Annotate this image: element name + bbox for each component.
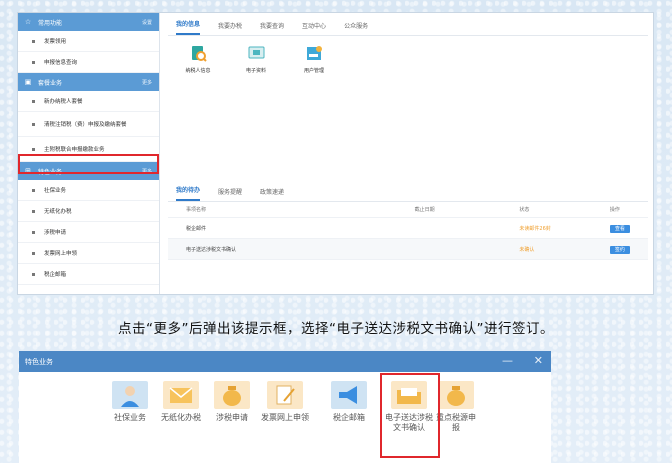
sidebar-item-label: 发票领用 (44, 39, 67, 45)
tile-paperless[interactable]: 无纸化办税 (154, 381, 208, 423)
sidebar-item-invoice-claim[interactable]: 发票领用 (18, 31, 159, 52)
sidebar-item-tax-mailbox[interactable]: 税企邮箱 (18, 264, 159, 285)
highlight-box (380, 373, 440, 458)
table-header: 事项名称 截止日期 状态 操作 (168, 202, 648, 218)
info-tabs: 我的信息 我要办税 我要查询 互动中心 公众服务 (168, 13, 648, 36)
bullet-icon (32, 122, 35, 126)
sidebar-item-label: 涉税申请 (44, 230, 67, 236)
tile-tax-mailbox[interactable]: 税企邮箱 (322, 381, 376, 423)
highlight-box (18, 154, 159, 174)
sidebar-item-social-security[interactable]: 社保业务 (18, 180, 159, 201)
dialog-title: 特色业务 (25, 357, 53, 366)
bullet-icon (32, 230, 35, 234)
tile-label: 发票网上申领 (261, 413, 309, 422)
sidebar-item-new-taxpayer[interactable]: 新办纳税人套餐 (18, 91, 159, 112)
sidebar-item-label: 无纸化办税 (44, 209, 72, 215)
sidebar-item-paperless[interactable]: 无纸化办税 (18, 201, 159, 222)
todo-tabs: 我的待办 服务提醒 政策速递 (168, 179, 648, 202)
sidebar-item-declaration-query[interactable]: 申报信息查询 (18, 52, 159, 73)
tile-social-security[interactable]: 社保业务 (103, 381, 157, 423)
tile-invoice-online[interactable]: 发票网上申领 (258, 381, 312, 423)
user-management-icon (306, 45, 323, 62)
tab-policy-express[interactable]: 政策速递 (260, 187, 284, 201)
row-name: 电子送达涉税文书确认 (186, 246, 237, 253)
section-title: 常用功能 (38, 19, 63, 27)
bullet-icon (32, 39, 35, 43)
money-bag-icon (438, 381, 474, 409)
more-link[interactable]: 更多 (142, 79, 152, 86)
section-title: 套餐业务 (38, 79, 63, 87)
sidebar-item-tax-application[interactable]: 涉税申请 (18, 222, 159, 243)
table-row: 电子送达涉税文书确认 未确认 签约 (168, 239, 648, 260)
tab-my-info[interactable]: 我的信息 (176, 19, 201, 35)
column-header: 状态 (519, 207, 530, 213)
sidebar-item-label: 主附税联合申报缴款业务 (44, 147, 105, 153)
tile-user-management[interactable]: 用户管理 (294, 45, 334, 74)
sidebar-item-label: 申报信息查询 (44, 60, 78, 66)
info-panel: 我的信息 我要办税 我要查询 互动中心 公众服务 纳税人信息 电子资料 用户管理 (168, 13, 648, 158)
settings-link[interactable]: 设置 (142, 19, 152, 26)
person-icon (112, 381, 148, 409)
dialog-header: 特色业务 — ✕ (19, 351, 551, 372)
star-icon: ☆ (24, 18, 32, 26)
tile-electronic-data[interactable]: 电子资料 (236, 45, 276, 74)
sidebar-item-invoice-online[interactable]: 发票网上申领 (18, 243, 159, 264)
row-status: 未确认 (519, 246, 535, 253)
sidebar-item-label: 新办纳税人套餐 (44, 99, 83, 105)
minimize-icon[interactable]: — (502, 354, 513, 367)
document-pen-icon (267, 381, 303, 409)
tile-label: 无纸化办税 (161, 413, 201, 422)
tile-label: 涉税申请 (216, 413, 248, 422)
column-header: 截止日期 (414, 207, 435, 213)
money-bag-icon (214, 381, 250, 409)
tile-label: 用户管理 (303, 68, 324, 74)
sidebar-item-deregistration[interactable]: 清税注销税（费）申报及缴纳套餐 (18, 112, 159, 137)
electronic-data-icon (248, 45, 265, 62)
bullet-icon (32, 272, 35, 276)
bullet-icon (32, 99, 35, 103)
tab-public-service[interactable]: 公众服务 (344, 21, 368, 35)
tile-label: 电子资料 (245, 68, 266, 74)
bullet-icon (32, 60, 35, 64)
row-name: 税企邮件 (186, 225, 207, 232)
section-common-functions[interactable]: ☆ 常用功能 设置 (18, 13, 159, 31)
tab-handle-tax[interactable]: 我要办税 (218, 21, 242, 35)
column-header: 操作 (609, 207, 620, 213)
sign-button[interactable]: 签约 (609, 245, 630, 254)
megaphone-icon (331, 381, 367, 409)
instruction-caption: 点击“更多”后弹出该提示框，选择“电子送达涉税文书确认”进行签订。 (118, 321, 554, 337)
view-button[interactable]: 查看 (609, 224, 630, 233)
row-status: 未读邮件26封 (519, 225, 551, 232)
tab-service-reminder[interactable]: 服务提醒 (218, 187, 242, 201)
tile-label: 纳税人信息 (185, 68, 211, 74)
sidebar-item-label: 清税注销税（费）申报及缴纳套餐 (44, 122, 127, 128)
section-package-services[interactable]: ▣ 套餐业务 更多 (18, 73, 159, 91)
tile-label: 社保业务 (114, 413, 146, 422)
tab-interaction[interactable]: 互动中心 (302, 21, 326, 35)
special-services-dialog: 特色业务 — ✕ 社保业务 无纸化办税 涉税申请 发票网上申领 税企邮箱 电子送… (19, 351, 551, 463)
close-icon[interactable]: ✕ (534, 354, 543, 367)
bullet-icon (32, 209, 35, 213)
taxpayer-info-icon (190, 45, 207, 62)
tile-key-tax-source[interactable]: 重点税源申报 (434, 381, 478, 433)
tile-label: 税企邮箱 (333, 413, 365, 422)
sidebar-item-label: 税企邮箱 (44, 272, 67, 278)
sidebar-item-label: 发票网上申领 (44, 251, 78, 257)
sidebar-item-label: 社保业务 (44, 188, 67, 194)
bullet-icon (32, 251, 35, 255)
todo-panel: 我的待办 服务提醒 政策速递 事项名称 截止日期 状态 操作 税企邮件 未读邮件… (168, 179, 648, 291)
table-row: 税企邮件 未读邮件26封 查看 (168, 218, 648, 239)
tab-query[interactable]: 我要查询 (260, 21, 284, 35)
package-icon: ▣ (24, 78, 32, 86)
portal-screenshot: ☆ 常用功能 设置 发票领用 申报信息查询 ▣ 套餐业务 更多 新办纳税人套餐 … (18, 13, 653, 294)
envelope-icon (163, 381, 199, 409)
tile-label: 重点税源申报 (436, 413, 476, 432)
column-header: 事项名称 (186, 207, 207, 213)
tile-tax-application[interactable]: 涉税申请 (205, 381, 259, 423)
bullet-icon (32, 147, 35, 151)
tab-my-todo[interactable]: 我的待办 (176, 185, 201, 201)
bullet-icon (32, 188, 35, 192)
tile-taxpayer-info[interactable]: 纳税人信息 (178, 45, 218, 74)
